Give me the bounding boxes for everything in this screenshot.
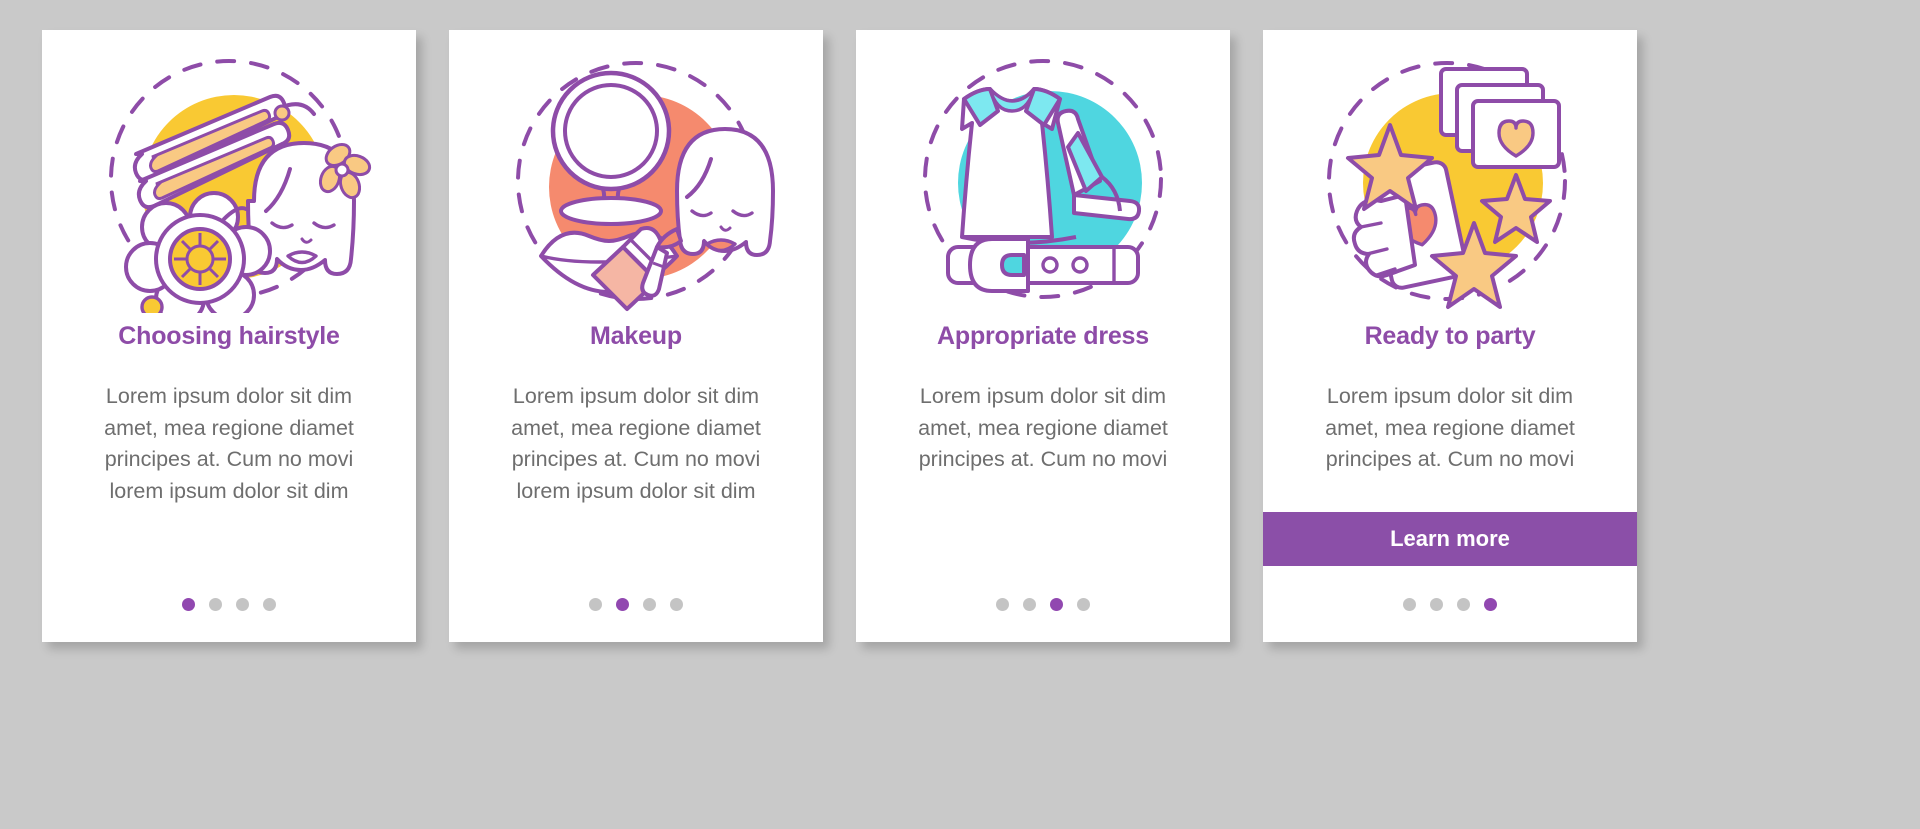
pagination-dot-2[interactable] xyxy=(1430,597,1443,611)
pagination-dot-4[interactable] xyxy=(263,597,276,611)
party-illustration xyxy=(1263,30,1637,320)
onboarding-card-list: Choosing hairstyle Lorem ipsum dolor sit… xyxy=(0,0,1920,642)
pagination-dot-2[interactable] xyxy=(209,597,222,611)
pagination-dot-1[interactable] xyxy=(182,597,195,611)
pagination-dot-3[interactable] xyxy=(1457,597,1470,611)
learn-more-button[interactable]: Learn more xyxy=(1263,512,1637,566)
onboarding-screens-stage: Choosing hairstyle Lorem ipsum dolor sit… xyxy=(0,0,1920,829)
card-description: Lorem ipsum dolor sit dim amet, mea regi… xyxy=(918,384,1168,472)
pagination-dots xyxy=(996,566,1090,642)
pagination-dot-4[interactable] xyxy=(670,597,683,611)
card-description: Lorem ipsum dolor sit dim amet, mea regi… xyxy=(104,384,354,503)
pagination-dot-1[interactable] xyxy=(1403,597,1416,611)
onboarding-card-makeup[interactable]: Makeup Lorem ipsum dolor sit dim amet, m… xyxy=(449,30,823,642)
pagination-dot-3[interactable] xyxy=(236,597,249,611)
page-title: Appropriate dress xyxy=(937,322,1149,350)
pagination-dot-3[interactable] xyxy=(1050,597,1063,611)
page-title: Ready to party xyxy=(1364,322,1536,350)
onboarding-card-appropriate-dress[interactable]: Appropriate dress Lorem ipsum dolor sit … xyxy=(856,30,1230,642)
makeup-illustration xyxy=(449,30,823,320)
pagination-dots xyxy=(182,566,276,642)
pagination-dot-4[interactable] xyxy=(1484,597,1497,611)
card-description: Lorem ipsum dolor sit dim amet, mea regi… xyxy=(1325,384,1575,472)
page-title: Choosing hairstyle xyxy=(118,322,340,350)
page-title: Makeup xyxy=(590,322,682,350)
dress-illustration xyxy=(856,30,1230,320)
card-description: Lorem ipsum dolor sit dim amet, mea regi… xyxy=(511,384,761,503)
pagination-dots xyxy=(589,566,683,642)
pagination-dot-1[interactable] xyxy=(589,597,602,611)
pagination-dot-4[interactable] xyxy=(1077,597,1090,611)
pagination-dot-3[interactable] xyxy=(643,597,656,611)
pagination-dot-2[interactable] xyxy=(1023,597,1036,611)
onboarding-card-ready-to-party[interactable]: Ready to party Lorem ipsum dolor sit dim… xyxy=(1263,30,1637,642)
pagination-dots xyxy=(1403,566,1497,642)
pagination-dot-1[interactable] xyxy=(996,597,1009,611)
onboarding-card-choosing-hairstyle[interactable]: Choosing hairstyle Lorem ipsum dolor sit… xyxy=(42,30,416,642)
pagination-dot-2[interactable] xyxy=(616,597,629,611)
hairstyle-illustration xyxy=(42,30,416,320)
